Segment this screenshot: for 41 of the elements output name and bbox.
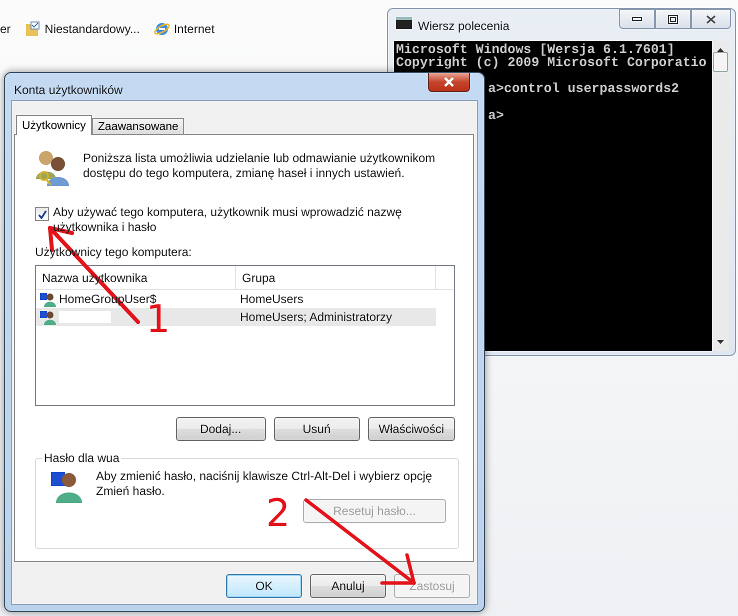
- scrollbar[interactable]: [712, 41, 729, 351]
- list-button[interactable]: Usuń: [274, 417, 360, 441]
- folder-icon: [24, 21, 41, 37]
- console-line: a>control userpasswords2: [487, 83, 680, 96]
- toolbar-link[interactable]: Internet: [174, 22, 215, 36]
- maximize-button[interactable]: [655, 9, 691, 29]
- list-button[interactable]: Właściwości: [368, 417, 455, 441]
- console-line: a>: [487, 110, 505, 122]
- browser-icon: [154, 21, 170, 37]
- scroll-thumb[interactable]: [713, 52, 728, 72]
- users-icon: [35, 149, 69, 187]
- intro-text: Poniższa lista umożliwia udzielanie lub odmawianie użytkownikom dostępu do tego komputera, zmianę haseł i innych ustawień.: [83, 151, 436, 182]
- close-button[interactable]: [691, 9, 731, 29]
- window-title: Konta użytkowników: [14, 83, 123, 97]
- group-name: HomeUsers: [240, 292, 304, 306]
- console-line: Copyright (c) 2009 Microsoft Corporatio: [396, 56, 708, 69]
- column-header[interactable]: Grupa: [236, 266, 436, 289]
- console-line: Microsoft Windows [Wersja 6.1.7601]: [396, 44, 675, 56]
- window-title: Wiersz polecenia: [418, 19, 510, 33]
- close-button[interactable]: [428, 73, 470, 92]
- close-icon: [443, 77, 455, 87]
- dialog-button[interactable]: Anuluj: [310, 574, 386, 598]
- list-button[interactable]: Dodaj...: [176, 417, 266, 441]
- tab[interactable]: Użytkownicy: [16, 115, 92, 135]
- toolbar-link[interactable]: er: [0, 22, 11, 36]
- tab[interactable]: Zaawansowane: [92, 118, 184, 135]
- user-computer-icon: [50, 469, 82, 503]
- toolbar-link[interactable]: Niestandardowy...: [44, 22, 140, 36]
- checkbox-label: Aby używać tego komputera, użytkownik musi wprowadzić nazwę użytkownika i hasło: [53, 205, 403, 235]
- console-icon: [396, 17, 412, 29]
- minimize-button[interactable]: [619, 9, 655, 29]
- dialog-button[interactable]: OK: [226, 574, 302, 598]
- scroll-down-icon: [717, 340, 724, 345]
- user-icon: [40, 310, 56, 324]
- close-icon: [706, 14, 716, 24]
- maximize-icon: [668, 14, 678, 24]
- group-name: HomeUsers; Administratorzy: [240, 310, 392, 324]
- group-title: Hasło dla wua: [43, 451, 120, 465]
- user-icon: [40, 292, 56, 306]
- minimize-icon: [632, 17, 642, 21]
- checkbox[interactable]: [35, 207, 49, 221]
